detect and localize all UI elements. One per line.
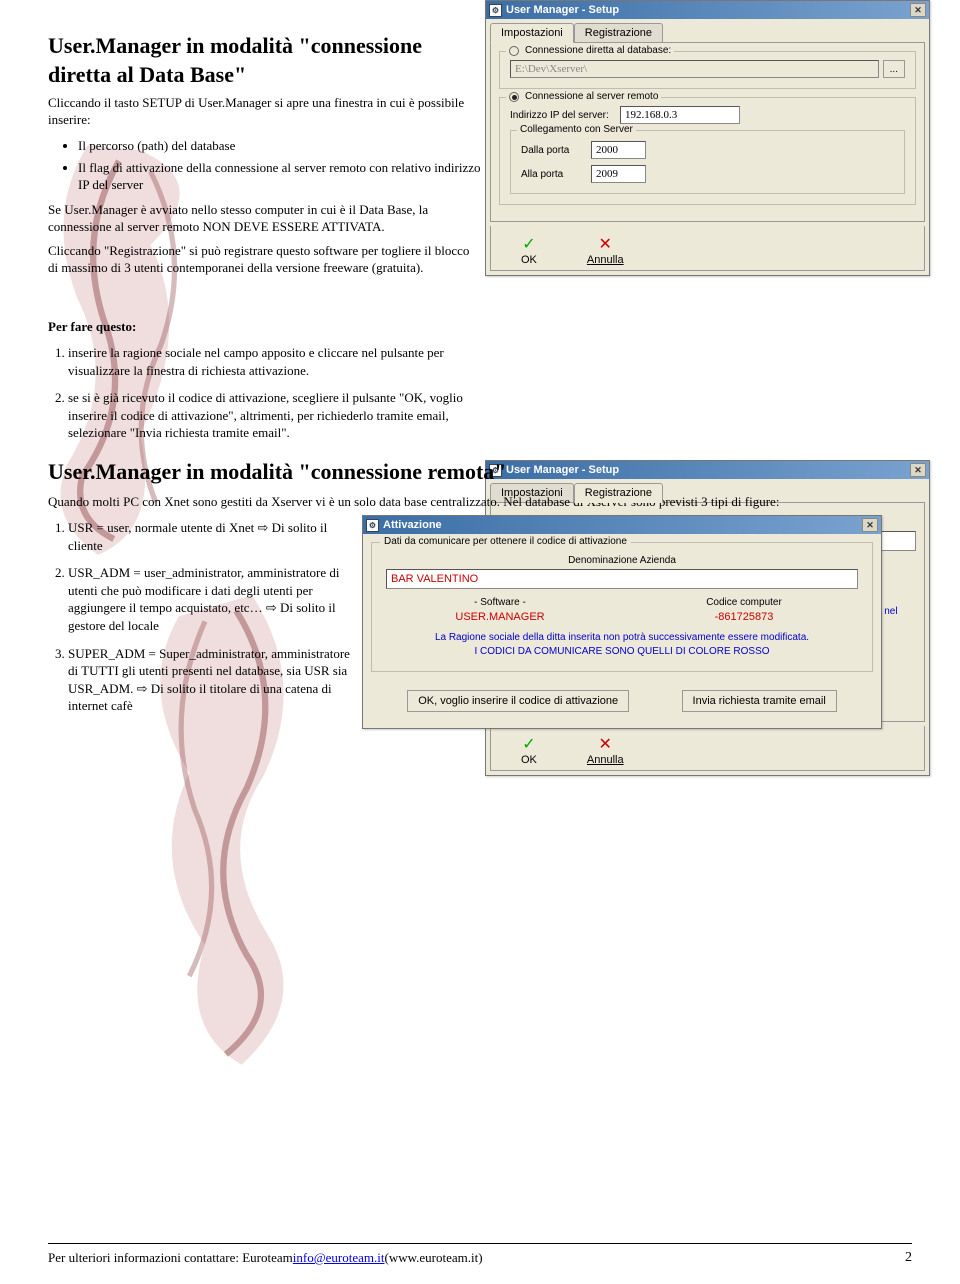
software-value: USER.MANAGER (386, 611, 614, 623)
annulla-button[interactable]: ✕Annulla (587, 734, 624, 766)
close-icon[interactable]: ✕ (910, 463, 926, 477)
remota-intro: Quando molti PC con Xnet sono gestiti da… (48, 494, 912, 511)
tab-impostazioni[interactable]: Impostazioni (490, 23, 574, 43)
page-number: 2 (905, 1250, 912, 1266)
dialog-title: Attivazione (383, 519, 442, 531)
per-fare-label: Per fare questo: (48, 319, 478, 336)
label-dati-comunicare: Dati da comunicare per ottenere il codic… (380, 536, 631, 547)
label-codice-computer: Codice computer (630, 597, 858, 608)
label-software: - Software - (386, 597, 614, 608)
close-icon[interactable]: ✕ (910, 3, 926, 17)
heading-remota: User.Manager in modalità "connessione re… (48, 458, 912, 487)
steps-list: inserire la ragione sociale nel campo ap… (68, 344, 478, 442)
para-avviato: Se User.Manager è avviato nello stesso c… (48, 202, 478, 236)
denominazione-input[interactable] (386, 569, 858, 589)
bullet-list: Il percorso (path) del database Il flag … (78, 137, 488, 194)
footer-email-link[interactable]: info@euroteam.it (293, 1250, 385, 1266)
app-icon: ⚙ (366, 519, 379, 532)
dialog-titlebar: ⚙ User Manager - Setup ✕ (486, 1, 929, 19)
label-denominazione: Denominazione Azienda (386, 555, 858, 566)
note-ragione: La Ragione sociale della ditta inserita … (386, 631, 858, 644)
page-heading: User.Manager in modalità "connessione di… (48, 32, 478, 89)
codice-computer-value: -861725873 (630, 611, 858, 623)
close-icon[interactable]: ✕ (862, 518, 878, 532)
invia-email-button[interactable]: Invia richiesta tramite email (682, 690, 837, 712)
attivazione-dialog: ⚙ Attivazione ✕ Dati da comunicare per o… (362, 515, 882, 729)
page-footer: Per ulteriori informazioni contattare: E… (48, 1243, 912, 1266)
dialog-titlebar: ⚙ Attivazione ✕ (363, 516, 881, 534)
tab-registrazione[interactable]: Registrazione (574, 483, 663, 503)
app-icon: ⚙ (489, 4, 502, 17)
intro-text: Cliccando il tasto SETUP di User.Manager… (48, 95, 478, 129)
dialog-title: User Manager - Setup (506, 4, 619, 16)
ok-button[interactable]: ✓OK (521, 734, 537, 766)
ok-inserire-codice-button[interactable]: OK, voglio inserire il codice di attivaz… (407, 690, 629, 712)
para-registrazione: Cliccando "Registrazione" si può registr… (48, 243, 478, 277)
note-codici-rosso: I CODICI DA COMUNICARE SONO QUELLI DI CO… (386, 646, 858, 657)
